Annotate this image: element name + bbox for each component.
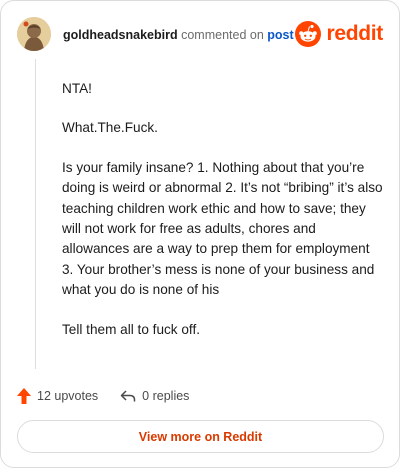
reddit-wordmark: reddit <box>326 22 383 45</box>
comment-paragraph: Is your family insane? 1. Nothing about … <box>62 159 383 298</box>
post-link[interactable]: post <box>267 28 293 42</box>
commented-on-text: commented on <box>181 28 264 42</box>
comment-footer: 12 upvotes 0 replies <box>17 386 211 406</box>
user-avatar-icon[interactable] <box>17 17 51 51</box>
comment-paragraph: Tell them all to fuck off. <box>62 321 201 337</box>
comment-meta: goldheadsnakebird commented on post <box>63 27 294 43</box>
thread-line <box>35 59 36 369</box>
reddit-snoo-icon <box>295 21 322 47</box>
reply-count: 0 replies <box>142 389 190 403</box>
reply-button[interactable]: 0 replies <box>120 389 189 403</box>
comment-body: NTA! What.The.Fuck. Is your family insan… <box>62 79 384 359</box>
comment-paragraph: What.The.Fuck. <box>62 120 158 136</box>
comment-header: goldheadsnakebird commented on post redd… <box>17 17 383 51</box>
upvote-count: 12 upvotes <box>37 389 99 403</box>
username-link[interactable]: goldheadsnakebird <box>63 28 178 42</box>
embedded-comment-card: goldheadsnakebird commented on post redd… <box>0 0 400 468</box>
upvote-button[interactable]: 12 upvotes <box>17 388 98 404</box>
view-more-button[interactable]: View more on Reddit <box>17 420 384 453</box>
reddit-logo[interactable]: reddit <box>295 21 383 47</box>
upvote-arrow-icon <box>17 388 31 404</box>
comment-paragraph: NTA! <box>62 81 92 96</box>
reply-icon <box>120 390 136 402</box>
